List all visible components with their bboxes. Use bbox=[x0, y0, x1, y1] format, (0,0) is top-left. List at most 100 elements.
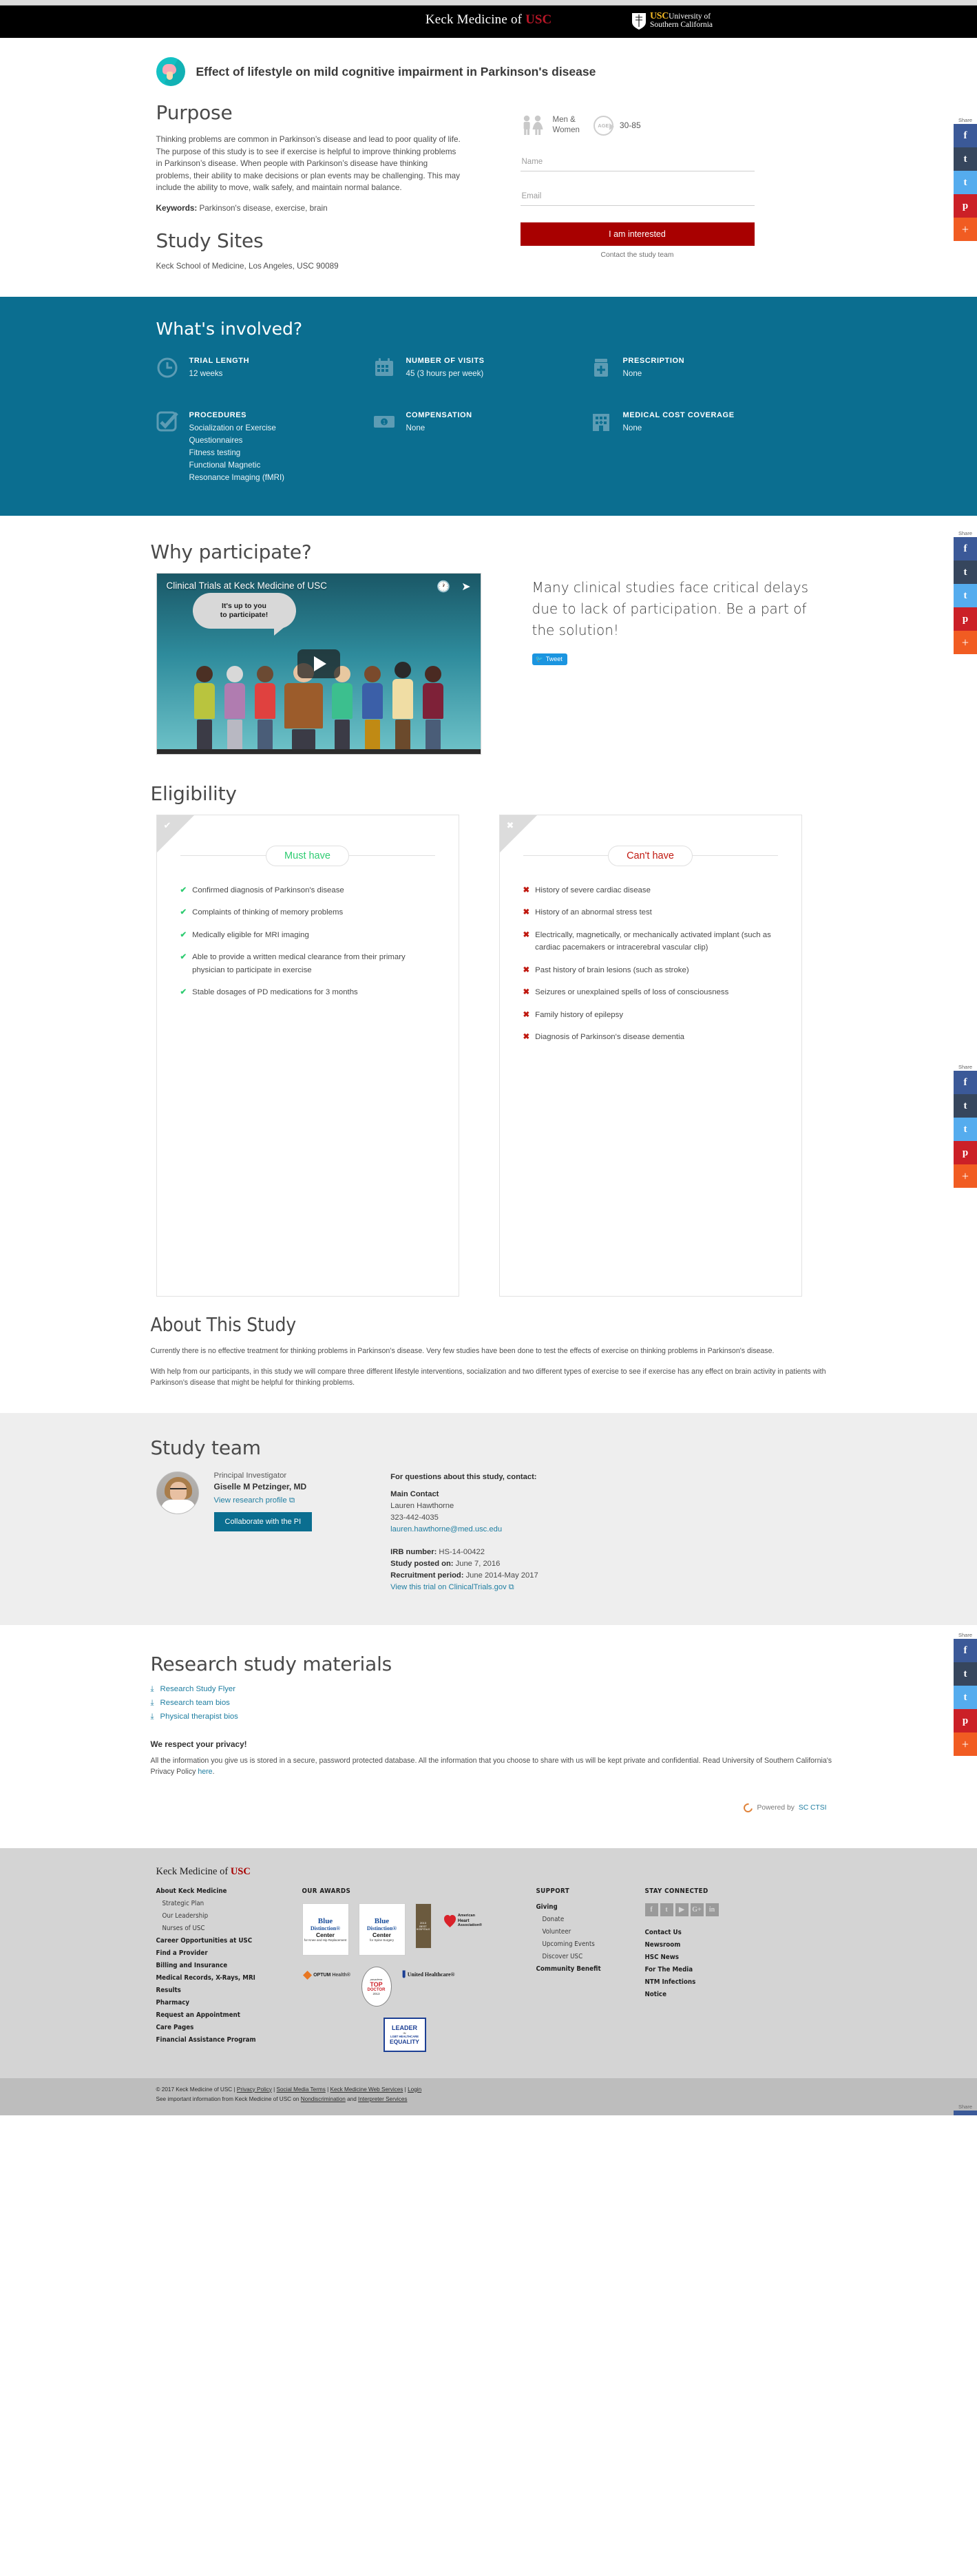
clinicaltrials-link[interactable]: View this trial on ClinicalTrials.gov ⧉ bbox=[390, 1583, 514, 1591]
browser-chrome-strip bbox=[0, 0, 977, 6]
footer-link[interactable]: Request an Appointment bbox=[156, 2011, 302, 2019]
collaborate-with-pi-button[interactable]: Collaborate with the PI bbox=[213, 1511, 313, 1531]
involved-item-procedures: PROCEDURES Socialization or Exercise Que… bbox=[156, 411, 373, 484]
view-research-profile-link[interactable]: View research profile ⧉ bbox=[214, 1496, 295, 1505]
footer-link[interactable]: Financial Assistance Program bbox=[156, 2036, 302, 2044]
contact-phone: 323-442-4035 bbox=[390, 1513, 439, 1522]
facebook-icon[interactable]: f bbox=[644, 1903, 658, 1916]
footer-link[interactable]: Find a Provider bbox=[156, 1949, 302, 1957]
watch-later-icon[interactable]: 🕐 bbox=[437, 580, 450, 594]
video-player[interactable]: Clinical Trials at Keck Medicine of USC … bbox=[156, 572, 481, 755]
calendar-icon bbox=[373, 357, 397, 382]
material-link-flyer[interactable]: ⤓ Research Study Flyer bbox=[151, 1685, 837, 1694]
facebook-share-button[interactable]: f bbox=[954, 537, 977, 561]
more-share-button[interactable]: + bbox=[954, 1732, 977, 1756]
footer-link[interactable]: About Keck Medicine bbox=[156, 1887, 302, 1895]
twitter-share-button[interactable]: t bbox=[954, 1118, 977, 1141]
google-plus-icon[interactable]: G+ bbox=[690, 1903, 704, 1916]
web-services-link[interactable]: Keck Medicine Web Services bbox=[330, 2086, 403, 2093]
irb-label: IRB number: bbox=[390, 1547, 437, 1556]
footer-keck-logo[interactable]: Keck Medicine of USC bbox=[156, 1866, 837, 1878]
footer-logo-usc: USC bbox=[230, 1865, 251, 1877]
list-item-text: Family history of epilepsy bbox=[535, 1010, 624, 1019]
sc-ctsi-link[interactable]: SC CTSI bbox=[799, 1804, 827, 1812]
privacy-policy-link[interactable]: here bbox=[198, 1768, 212, 1776]
contact-study-team-link[interactable]: Contact the study team bbox=[521, 251, 755, 259]
bubble-line2: to participate! bbox=[220, 610, 269, 619]
tumblr-share-button[interactable]: t bbox=[954, 1094, 977, 1118]
footer-link[interactable]: NTM Infections bbox=[645, 1978, 783, 1986]
signup-form: Men & Women AGE 30-85 Name Email I am in… bbox=[520, 101, 755, 271]
footer-link[interactable]: Contact Us bbox=[645, 1929, 783, 1936]
footer-link[interactable]: Discover USC bbox=[536, 1953, 645, 1960]
tweet-button[interactable]: 🐦 Tweet bbox=[532, 653, 567, 665]
keck-medicine-logo[interactable]: Keck Medicine of USC bbox=[426, 12, 551, 28]
social-media-terms-link[interactable]: Social Media Terms bbox=[277, 2086, 326, 2093]
tumblr-share-button[interactable]: t bbox=[954, 1662, 977, 1686]
footer-link[interactable]: Results bbox=[156, 1987, 302, 1994]
contact-email-link[interactable]: lauren.hawthorne@med.usc.edu bbox=[390, 1525, 502, 1533]
facebook-share-button[interactable]: f bbox=[954, 1071, 977, 1094]
twitter-share-button[interactable]: t bbox=[954, 584, 977, 607]
footer-link[interactable]: Care Pages bbox=[156, 2024, 302, 2031]
usc-line1: University of bbox=[669, 12, 711, 21]
usc-university-logo[interactable]: USCUniversity of Southern California bbox=[631, 11, 713, 30]
more-share-button[interactable]: + bbox=[954, 1164, 977, 1188]
pinterest-share-button[interactable]: p bbox=[954, 1141, 977, 1164]
footer-link[interactable]: HSC News bbox=[645, 1954, 783, 1961]
footer-link[interactable]: Newsroom bbox=[645, 1941, 783, 1949]
share-icon[interactable]: ➤ bbox=[461, 580, 470, 594]
privacy-body: All the information you give us is store… bbox=[150, 1756, 832, 1776]
hero-header: Effect of lifestyle on mild cognitive im… bbox=[151, 57, 837, 86]
list-item-text: Diagnosis of Parkinson's disease dementi… bbox=[535, 1033, 684, 1041]
footer-link[interactable]: Nurses of USC bbox=[156, 1925, 302, 1932]
facebook-share-button[interactable]: f bbox=[954, 124, 977, 147]
cross-icon: ✖ bbox=[523, 886, 530, 894]
privacy-policy-footer-link[interactable]: Privacy Policy bbox=[237, 2086, 272, 2093]
footer-link[interactable]: Medical Records, X-Rays, MRI bbox=[156, 1974, 302, 1982]
pinterest-share-button[interactable]: p bbox=[954, 194, 977, 218]
play-button[interactable] bbox=[297, 649, 340, 678]
login-link[interactable]: Login bbox=[408, 2086, 421, 2093]
footer-link[interactable]: Career Opportunities at USC bbox=[156, 1937, 302, 1945]
facebook-share-button[interactable]: f bbox=[954, 2111, 977, 2115]
list-item-text: Medically eligible for MRI imaging bbox=[192, 930, 309, 939]
footer-link[interactable]: Community Benefit bbox=[536, 1965, 645, 1973]
footer-link[interactable]: Notice bbox=[645, 1991, 783, 1998]
material-link-team-bios[interactable]: ⤓ Research team bios bbox=[151, 1699, 837, 1708]
profile-link-label: View research profile bbox=[213, 1496, 287, 1505]
footer-link[interactable]: Volunteer bbox=[536, 1928, 645, 1936]
footer-link[interactable]: Upcoming Events bbox=[536, 1940, 645, 1948]
email-input[interactable] bbox=[520, 188, 755, 206]
twitter-share-button[interactable]: t bbox=[954, 1686, 977, 1709]
nondiscrimination-link[interactable]: Nondiscrimination bbox=[301, 2096, 346, 2102]
i-am-interested-button[interactable]: I am interested bbox=[520, 222, 755, 246]
cant-have-pill: Can't have bbox=[608, 845, 693, 866]
footer-link[interactable]: Billing and Insurance bbox=[156, 1962, 302, 1969]
more-share-button[interactable]: + bbox=[954, 631, 977, 654]
pinterest-share-button[interactable]: p bbox=[954, 1709, 977, 1732]
footer-link[interactable]: For The Media bbox=[645, 1966, 783, 1973]
sc-ctsi-icon bbox=[742, 1801, 755, 1814]
more-share-button[interactable]: + bbox=[954, 218, 977, 241]
keck-logo-text: Keck Medicine of bbox=[425, 12, 526, 27]
twitter-share-button[interactable]: t bbox=[954, 171, 977, 194]
linkedin-icon[interactable]: in bbox=[705, 1903, 719, 1916]
tumblr-share-button[interactable]: t bbox=[954, 561, 977, 584]
video-title: Clinical Trials at Keck Medicine of USC bbox=[166, 580, 327, 591]
twitter-icon[interactable]: t bbox=[660, 1903, 673, 1916]
footer-link[interactable]: Giving bbox=[536, 1903, 645, 1911]
pinterest-share-button[interactable]: p bbox=[954, 607, 977, 631]
youtube-icon[interactable]: ▶ bbox=[675, 1903, 689, 1916]
footer-link[interactable]: Our Leadership bbox=[156, 1912, 302, 1920]
footer-link[interactable]: Pharmacy bbox=[156, 1999, 302, 2007]
tumblr-share-button[interactable]: t bbox=[954, 147, 977, 171]
brain-icon bbox=[156, 57, 185, 86]
interpreter-services-link[interactable]: Interpreter Services bbox=[358, 2096, 407, 2102]
footer-link[interactable]: Donate bbox=[536, 1916, 645, 1923]
facebook-share-button[interactable]: f bbox=[954, 1639, 977, 1662]
name-input[interactable] bbox=[520, 154, 755, 171]
share-rail-label: Share bbox=[958, 2104, 972, 2110]
material-link-pt-bios[interactable]: ⤓ Physical therapist bios bbox=[151, 1713, 837, 1721]
footer-link[interactable]: Strategic Plan bbox=[156, 1900, 302, 1907]
